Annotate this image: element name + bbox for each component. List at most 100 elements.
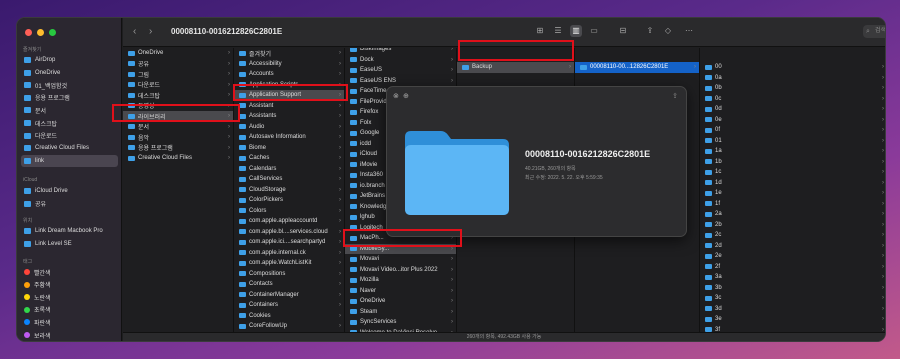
- share-icon[interactable]: ⇪: [672, 92, 678, 100]
- col2-row[interactable]: Caches ›: [234, 153, 344, 164]
- col3-row[interactable]: MobileSy... ›: [345, 243, 456, 254]
- col3-row[interactable]: Mozilla ›: [345, 275, 456, 286]
- col2-row[interactable]: 즐겨찾기 ›: [234, 48, 344, 59]
- col6-row[interactable]: 0f ›: [700, 125, 885, 136]
- favorites-item[interactable]: AirDrop: [21, 54, 118, 66]
- col1-row[interactable]: 문서 ›: [123, 122, 233, 133]
- col6-row[interactable]: 0e ›: [700, 115, 885, 126]
- col2-row[interactable]: com.apple.ici....searchpartyd ›: [234, 237, 344, 248]
- zoom-button[interactable]: [49, 29, 56, 36]
- col1-row[interactable]: 공유 ›: [123, 59, 233, 70]
- col5-row[interactable]: 00008110-00...12826C2801E ›: [575, 62, 699, 73]
- group-icon[interactable]: ⊟: [617, 25, 629, 37]
- col6-row[interactable]: 3d ›: [700, 304, 885, 315]
- col3-row[interactable]: OneDrive ›: [345, 296, 456, 307]
- col6-row[interactable]: 3e ›: [700, 314, 885, 325]
- tags-item[interactable]: 빨간색: [21, 266, 118, 278]
- col2-row[interactable]: Application Support ›: [234, 90, 344, 101]
- col6-row[interactable]: 2c ›: [700, 230, 885, 241]
- col6-row[interactable]: 01 ›: [700, 136, 885, 147]
- forward-icon[interactable]: ›: [149, 26, 152, 37]
- col6-row[interactable]: 1b ›: [700, 157, 885, 168]
- col6-row[interactable]: 2a ›: [700, 209, 885, 220]
- col2-row[interactable]: Contacts ›: [234, 279, 344, 290]
- col1-row[interactable]: 그림 ›: [123, 69, 233, 80]
- col3-row[interactable]: EaseUS ›: [345, 65, 456, 76]
- col1-row[interactable]: OneDrive ›: [123, 48, 233, 59]
- col6-row[interactable]: 0b ›: [700, 83, 885, 94]
- col2-row[interactable]: com.apple.bl....services.cloud ›: [234, 227, 344, 238]
- tags-item[interactable]: 보라색: [21, 329, 118, 341]
- col6-row[interactable]: 2b ›: [700, 220, 885, 231]
- col6-row[interactable]: 2d ›: [700, 241, 885, 252]
- col6-row[interactable]: 1c ›: [700, 167, 885, 178]
- col2-row[interactable]: com.apple.appleaccountd ›: [234, 216, 344, 227]
- col2-row[interactable]: ColorPickers ›: [234, 195, 344, 206]
- back-icon[interactable]: ‹: [133, 26, 136, 37]
- favorites-item[interactable]: Creative Cloud Files: [21, 142, 118, 154]
- col1-row[interactable]: Creative Cloud Files ›: [123, 153, 233, 164]
- col2-row[interactable]: CoreFollowUp ›: [234, 321, 344, 332]
- action-icon[interactable]: ⋯: [683, 25, 695, 37]
- share-icon[interactable]: ⇪: [644, 25, 656, 37]
- col1-row[interactable]: 음악 ›: [123, 132, 233, 143]
- col3-row[interactable]: Naver ›: [345, 286, 456, 297]
- tags-item[interactable]: 주황색: [21, 279, 118, 291]
- close-button[interactable]: [25, 29, 32, 36]
- col6-row[interactable]: 1f ›: [700, 199, 885, 210]
- favorites-item[interactable]: 응용 프로그램: [21, 92, 118, 104]
- minimize-button[interactable]: [37, 29, 44, 36]
- tags-item[interactable]: 초록색: [21, 304, 118, 316]
- col3-row[interactable]: Movavi Video...itor Plus 2022 ›: [345, 265, 456, 276]
- column-view-icon[interactable]: ▥: [570, 25, 582, 37]
- col2-row[interactable]: Biome ›: [234, 143, 344, 154]
- col2-row[interactable]: com.apple.internal.ck ›: [234, 248, 344, 259]
- col3-row[interactable]: SyncServices ›: [345, 317, 456, 328]
- locations-item[interactable]: Link Dream Macbook Pro: [21, 225, 118, 237]
- col6-row[interactable]: 3a ›: [700, 272, 885, 283]
- col6-row[interactable]: 1d ›: [700, 178, 885, 189]
- col2-row[interactable]: Calendars ›: [234, 164, 344, 175]
- tags-item[interactable]: 파란색: [21, 316, 118, 328]
- col1-row[interactable]: 데스크탑 ›: [123, 90, 233, 101]
- col3-row[interactable]: Steam ›: [345, 307, 456, 318]
- col4-row[interactable]: Backup ›: [457, 62, 574, 73]
- col2-row[interactable]: Containers ›: [234, 300, 344, 311]
- col6-row[interactable]: 2f ›: [700, 262, 885, 273]
- col6-row[interactable]: 0d ›: [700, 104, 885, 115]
- col6-row[interactable]: 3b ›: [700, 283, 885, 294]
- tags-item[interactable]: 노란색: [21, 291, 118, 303]
- close-icon[interactable]: ⊗: [393, 92, 399, 100]
- favorites-item[interactable]: link: [21, 154, 118, 167]
- col1-row[interactable]: 라이브러리 ›: [123, 111, 233, 122]
- col2-row[interactable]: Application Scripts ›: [234, 80, 344, 91]
- list-view-icon[interactable]: ☰: [552, 25, 564, 37]
- col2-row[interactable]: Colors ›: [234, 206, 344, 217]
- icon-view-icon[interactable]: ⊞: [534, 25, 546, 37]
- col2-row[interactable]: Accessibility ›: [234, 59, 344, 70]
- gallery-view-icon[interactable]: ▭: [588, 25, 600, 37]
- col3-row[interactable]: Movavi ›: [345, 254, 456, 265]
- tag-icon[interactable]: ◇: [662, 25, 674, 37]
- col2-row[interactable]: Audio ›: [234, 122, 344, 133]
- col2-row[interactable]: Assistant ›: [234, 101, 344, 112]
- favorites-item[interactable]: OneDrive: [21, 67, 118, 79]
- fullscreen-icon[interactable]: ⊕: [403, 92, 409, 100]
- col2-row[interactable]: Cookies ›: [234, 311, 344, 322]
- col6-row[interactable]: 3c ›: [700, 293, 885, 304]
- col1-row[interactable]: 다운로드 ›: [123, 80, 233, 91]
- col3-row[interactable]: Dock ›: [345, 55, 456, 66]
- col6-row[interactable]: 0c ›: [700, 94, 885, 105]
- col6-row[interactable]: 1a ›: [700, 146, 885, 157]
- col6-row[interactable]: 2e ›: [700, 251, 885, 262]
- col2-row[interactable]: Compositions ›: [234, 269, 344, 280]
- col6-row[interactable]: 1e ›: [700, 188, 885, 199]
- locations-item[interactable]: Link Level SE: [21, 238, 118, 250]
- favorites-item[interactable]: 문서: [21, 104, 118, 116]
- col6-row[interactable]: 00 ›: [700, 62, 885, 73]
- col2-row[interactable]: ContainerManager ›: [234, 290, 344, 301]
- col6-row[interactable]: 0a ›: [700, 73, 885, 84]
- col2-row[interactable]: com.apple.WatchListKit ›: [234, 258, 344, 269]
- col1-row[interactable]: 동영상 ›: [123, 101, 233, 112]
- col2-row[interactable]: CloudStorage ›: [234, 185, 344, 196]
